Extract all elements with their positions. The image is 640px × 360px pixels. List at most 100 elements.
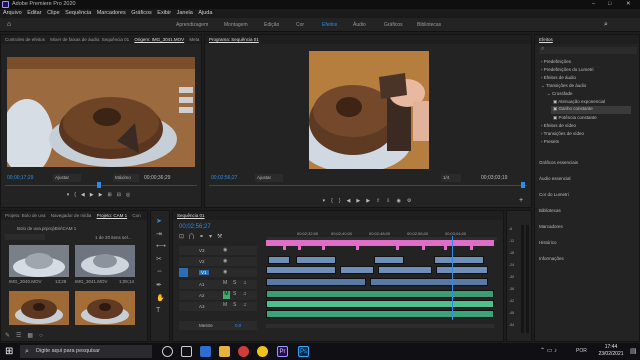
tab-sequence[interactable]: Sequência 01 [177,213,205,218]
menu-item-graficos[interactable]: Gráficos [131,10,151,16]
panel-libraries[interactable]: Bibliotecas [539,208,561,213]
clock-time[interactable]: 17:44 [598,344,624,350]
clip-a2[interactable] [266,290,494,298]
razor-icon[interactable]: ✂ [156,255,162,263]
project-thumb-1[interactable] [9,245,69,277]
mic-icon[interactable]: ♫ [243,302,247,308]
tab-program[interactable]: Programa: Sequência 01 [209,37,259,42]
icon-view-icon[interactable]: ▦ [27,333,39,339]
menu-item-clipe[interactable]: Clipe [47,10,60,16]
track-header-a2[interactable]: A2 M S ♫ [179,291,257,300]
mute-button[interactable]: M [223,302,227,308]
effects-title[interactable]: Efeitos [539,37,553,42]
insert-icon[interactable]: ⊞ [107,192,116,198]
program-playhead[interactable] [521,182,525,188]
mark-in-icon[interactable]: ▾ [323,198,332,204]
eye-icon[interactable]: ◉ [223,269,227,275]
program-quality-select[interactable]: 1/4 [441,174,461,182]
clock-date[interactable]: 23/02/2021 [594,351,628,357]
tab-project[interactable]: Projeto: Bolo de uva [5,213,46,218]
clip-a3-b[interactable] [266,310,494,318]
overwrite-icon[interactable]: ⊟ [117,192,126,198]
tab-source[interactable]: Origem: IMG_3041.MOV [134,37,184,42]
home-icon[interactable]: ⌂ [7,18,11,32]
zoom-slider-icon[interactable]: ○ [39,333,49,339]
marker-flag[interactable] [356,240,359,250]
program-scrubber[interactable] [209,185,527,186]
photoshop-taskbar-icon[interactable]: Ps [298,346,309,357]
slip-icon[interactable]: ⇔ [156,268,163,275]
effects-item-predefinicoes[interactable]: › Predefinições [541,59,571,64]
marker-icon[interactable]: ▾ [209,234,217,240]
step-back-icon[interactable]: ◀ [81,192,90,198]
workspace-bibliotecas[interactable]: Bibliotecas [417,18,441,32]
play-icon[interactable]: ▶ [356,198,366,204]
workspace-cor[interactable]: Cor [296,18,304,32]
effects-item-audio-transitions[interactable]: ⌄ Transições de áudio [541,83,586,89]
effects-item-video-transitions[interactable]: › Transições de vídeo [541,131,584,136]
effects-item-constant-gain[interactable]: ▣ Ganho constante [551,106,631,114]
clip-v1[interactable] [340,266,374,274]
marker-flag[interactable] [444,240,447,250]
clip-v2[interactable] [374,256,404,264]
track-header-v2[interactable]: V2 ◉ [179,257,257,266]
list-view-icon[interactable]: ☰ [16,333,27,339]
clip-a1[interactable] [370,278,488,286]
panel-markers[interactable]: Marcadores [539,224,563,229]
menu-item-editar[interactable]: Editar [27,10,41,16]
minimize-icon[interactable]: – [592,0,595,9]
tab-project-cam[interactable]: Projeto: CAM 1 [97,213,128,218]
file-explorer-icon[interactable] [219,346,230,357]
timeline-timecode[interactable]: 00;02;56;27 [179,224,211,230]
timeline-playhead[interactable] [452,236,453,320]
task-view-icon[interactable] [181,346,192,357]
menu-item-arquivo[interactable]: Arquivo [3,10,22,16]
tab-media-browser[interactable]: Navegador de mídia [51,213,92,218]
mic-icon[interactable]: ♫ [243,280,247,286]
maximize-icon[interactable]: □ [608,0,611,9]
clip-v1[interactable] [378,266,432,274]
cortana-icon[interactable] [162,346,173,357]
eye-icon[interactable]: ◉ [223,258,227,264]
close-icon[interactable]: ✕ [626,0,631,9]
settings-icon[interactable]: ⚙ [407,198,417,204]
marker-flag[interactable] [422,240,425,250]
menu-item-ajuda[interactable]: Ajuda [198,10,212,16]
tab-effect-controls[interactable]: Controles de efeitos [5,37,45,42]
marker-flag[interactable] [470,240,473,250]
notification-icon[interactable]: ▤ [630,347,637,355]
effects-item-crossfade[interactable]: ⌄ Crossfade [547,91,573,97]
solo-button[interactable]: S [233,280,236,286]
clip-a3[interactable] [266,300,494,308]
solo-button[interactable]: S [233,291,236,297]
mute-button[interactable]: M [223,291,230,299]
linked-icon[interactable]: ⚭ [199,234,209,240]
play-icon[interactable]: ▶ [90,192,99,198]
project-thumb-2[interactable] [75,245,135,277]
lift-icon[interactable]: ⇧ [376,198,386,204]
source-quality-select[interactable]: Máximo [113,174,139,182]
program-video-frame[interactable] [309,51,429,169]
effects-item-constant-power[interactable]: ▣ Potência constante [553,115,597,121]
track-header-master[interactable]: Mestre 0,0 [179,321,257,330]
lock-icon[interactable]: ✎ [5,333,16,339]
language-indicator[interactable]: POR [576,348,587,354]
source-timecode-current[interactable]: 00;00;17;29 [7,175,33,181]
pen-icon[interactable]: ✒ [156,281,162,289]
effects-item-audio-effects[interactable]: › Efeitos de áudio [541,75,576,80]
extract-icon[interactable]: ⇩ [386,198,396,204]
tab-audio-mixer[interactable]: Mixer de faixas de áudio: Sequência 01 [50,37,129,42]
effects-item-video-effects[interactable]: › Efeitos de vídeo [541,123,576,128]
track-header-v3[interactable]: V3 ◉ [179,246,257,255]
taskbar-search-box[interactable]: ⌕ Digite aqui para pesquisar [20,345,152,358]
panel-essential-sound[interactable]: Áudio essencial [539,176,571,181]
workspace-efeitos[interactable]: Efeitos [322,18,337,32]
clip-v2[interactable] [268,256,290,264]
panel-info[interactable]: Informações [539,256,564,261]
workspace-edicao[interactable]: Edição [264,18,279,32]
effects-item-lumetri[interactable]: › Predefinições do Lumetri [541,67,594,72]
windows-start-icon[interactable]: ⊞ [5,346,13,357]
clip-v1[interactable] [266,266,336,274]
camera-icon[interactable]: ◉ [396,198,406,204]
wrench-icon[interactable]: ⚒ [217,234,227,240]
